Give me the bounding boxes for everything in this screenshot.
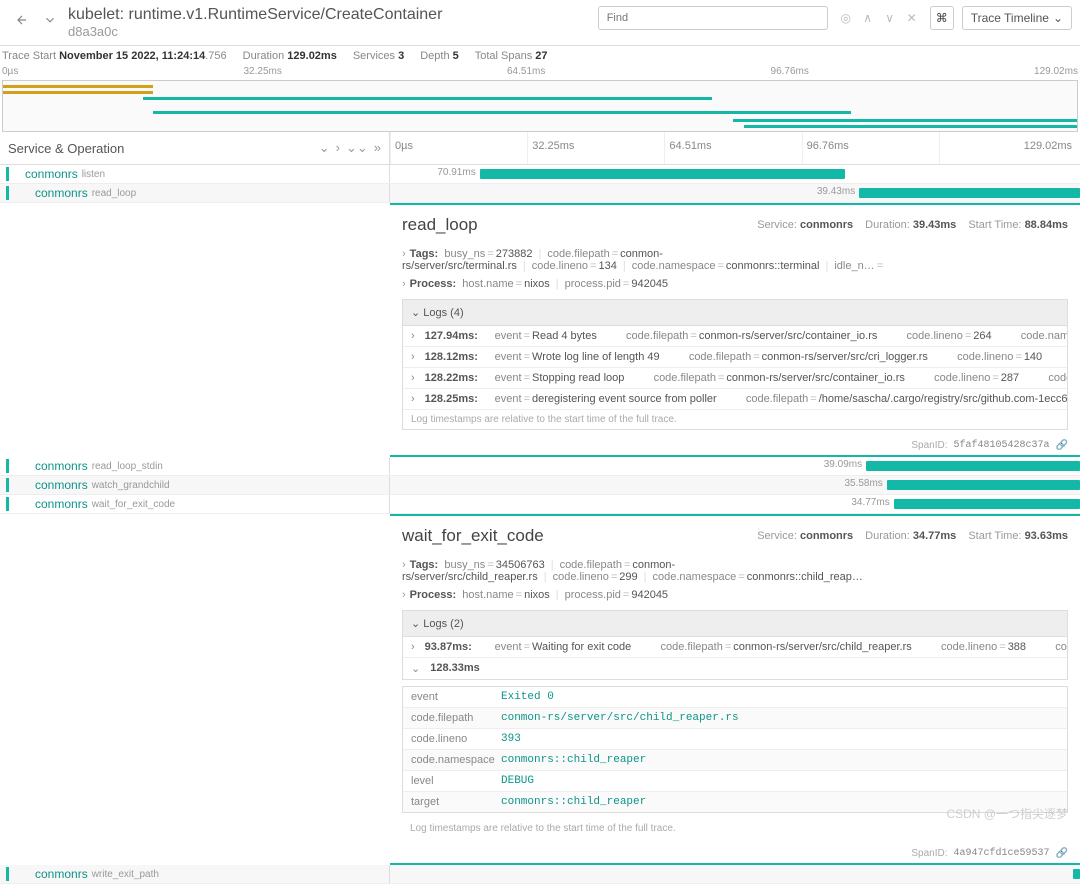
span-row[interactable]: conmonrslisten 70.91ms: [0, 165, 1080, 184]
find-nav: ◎ ∧ ∨ ✕: [836, 8, 922, 28]
span-detail-panel: read_loop Service: conmonrsDuration: 39.…: [390, 203, 1080, 457]
logs-header[interactable]: ⌄ Logs (2): [402, 610, 1068, 637]
span-row[interactable]: conmonrswait_for_exit_code 34.77ms: [0, 495, 1080, 514]
minimap[interactable]: [2, 80, 1078, 132]
span-row[interactable]: conmonrsread_loop_stdin 39.09ms: [0, 457, 1080, 476]
span-row[interactable]: conmonrswatch_grandchild 35.58ms: [0, 476, 1080, 495]
log-detail-row: code.lineno393: [403, 729, 1067, 750]
find-next-icon[interactable]: ∨: [880, 8, 900, 28]
keyboard-shortcut-button[interactable]: ⌘: [930, 6, 954, 30]
find-close-icon[interactable]: ✕: [902, 8, 922, 28]
find-input[interactable]: [598, 6, 828, 30]
span-row[interactable]: conmonrsread_loop 39.43ms: [0, 184, 1080, 203]
chevron-down-icon[interactable]: [36, 6, 64, 34]
log-detail-row: code.namespaceconmonrs::child_reaper: [403, 750, 1067, 771]
log-entry[interactable]: ›128.22ms:event=Stopping read loop code.…: [403, 368, 1067, 389]
log-detail-row: levelDEBUG: [403, 771, 1067, 792]
back-button[interactable]: [8, 6, 36, 34]
find-target-icon[interactable]: ◎: [836, 8, 856, 28]
trace-header: kubelet: runtime.v1.RuntimeService/Creat…: [0, 0, 1080, 46]
collapse-all-icon[interactable]: ⌄: [319, 140, 330, 156]
log-detail-row: eventExited 0: [403, 687, 1067, 708]
log-detail-table: eventExited 0code.filepathconmon-rs/serv…: [402, 686, 1068, 813]
timeline-header: 0µs 32.25ms 64.51ms 96.76ms 129.02ms: [390, 132, 1080, 164]
expand-all-icon[interactable]: ⌄⌄: [346, 140, 368, 156]
trace-timeline-dropdown[interactable]: Trace Timeline⌄: [962, 6, 1072, 30]
logs-header[interactable]: ⌄ Logs (4): [402, 299, 1068, 326]
log-entry[interactable]: ›93.87ms:event=Waiting for exit code cod…: [403, 637, 1067, 658]
log-detail-row: targetconmonrs::child_reaper: [403, 792, 1067, 812]
trace-id: d8a3a0c: [68, 24, 598, 39]
expand-deep-icon[interactable]: »: [374, 140, 381, 156]
link-icon[interactable]: 🔗: [1056, 440, 1068, 451]
service-operation-header: Service & Operation ⌄ › ⌄⌄ » 0µs 32.25ms…: [0, 132, 1080, 165]
trace-meta-bar: Trace Start November 15 2022, 11:24:14.7…: [0, 46, 1080, 66]
log-entry[interactable]: ›127.94ms:event=Read 4 bytes code.filepa…: [403, 326, 1067, 347]
service-operation-label: Service & Operation: [8, 141, 124, 156]
log-entry-expanded[interactable]: ⌄128.33ms: [403, 658, 1067, 679]
log-entry[interactable]: ›128.25ms:event=deregistering event sour…: [403, 389, 1067, 410]
span-detail-title: read_loop: [402, 215, 478, 235]
find-prev-icon[interactable]: ∧: [858, 8, 878, 28]
span-detail-panel: wait_for_exit_code Service: conmonrsDura…: [390, 514, 1080, 865]
chevron-down-icon: ⌄: [1053, 11, 1063, 25]
log-detail-row: code.filepathconmon-rs/server/src/child_…: [403, 708, 1067, 729]
link-icon[interactable]: 🔗: [1056, 848, 1068, 859]
span-row[interactable]: conmonrswrite_exit_path: [0, 865, 1080, 884]
span-detail-title: wait_for_exit_code: [402, 526, 544, 546]
next-icon[interactable]: ›: [336, 140, 340, 156]
trace-title: kubelet: runtime.v1.RuntimeService/Creat…: [68, 6, 598, 24]
log-entry[interactable]: ›128.12ms:event=Wrote log line of length…: [403, 347, 1067, 368]
minimap-ticks: 0µs32.25ms64.51ms96.76ms129.02ms: [0, 66, 1080, 77]
